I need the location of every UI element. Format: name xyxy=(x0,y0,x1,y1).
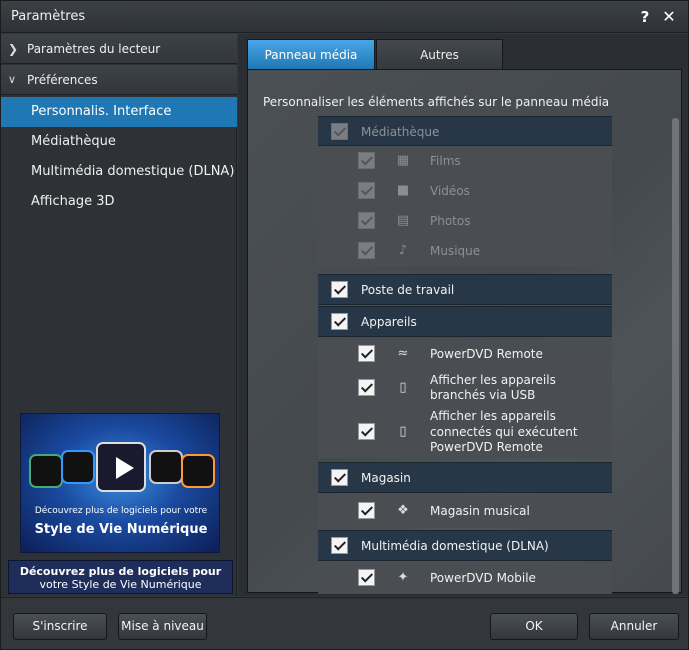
help-icon[interactable]: ? xyxy=(634,6,656,28)
sidebar-item-affichage-3d[interactable]: Affichage 3D xyxy=(1,187,237,217)
title-bar: Paramètres ? ✕ xyxy=(1,1,688,33)
app-tile-icon xyxy=(181,454,215,488)
music-note-icon: ♪ xyxy=(398,243,408,258)
promo-link-line1: Découvrez plus de logiciels pour xyxy=(19,565,222,578)
list-item-label: Médiathèque xyxy=(361,125,440,139)
checkbox[interactable] xyxy=(331,123,348,140)
checkbox[interactable] xyxy=(358,423,375,440)
checkbox[interactable] xyxy=(358,502,375,519)
checkbox[interactable] xyxy=(358,242,375,259)
list-item-label: PowerDVD Mobile xyxy=(430,571,536,585)
list-item-powerdvd-mobile: ✦ PowerDVD Mobile xyxy=(318,562,612,594)
sidebar-item-mediatheque[interactable]: Médiathèque xyxy=(1,127,237,157)
checkbox[interactable] xyxy=(331,281,348,298)
checkbox[interactable] xyxy=(358,345,375,362)
scrollbar[interactable] xyxy=(672,118,679,594)
list-item-label: Vidéos xyxy=(430,184,470,198)
film-icon: ▦ xyxy=(396,153,410,168)
list-item-photos: ▤ Photos xyxy=(318,206,612,236)
list-item-label: Poste de travail xyxy=(361,283,455,297)
chevron-down-icon: ∨ xyxy=(8,73,17,86)
sidebar-item-dlna[interactable]: Multimédia domestique (DLNA) xyxy=(1,157,237,187)
list-item-poste-de-travail: Poste de travail xyxy=(318,274,612,305)
promo-banner[interactable]: Découvrez plus de logiciels pour votre S… xyxy=(20,413,220,553)
list-item-videos: ■ Vidéos xyxy=(318,176,612,206)
list-item-films: ▦ Films xyxy=(318,146,612,176)
window-title: Paramètres xyxy=(11,9,86,24)
list-item-magasin-musical: ❖ Magasin musical xyxy=(318,494,612,528)
sidebar-group-label: Paramètres du lecteur xyxy=(27,42,161,56)
play-app-icon xyxy=(96,442,146,492)
checkbox[interactable] xyxy=(358,152,375,169)
tab-autres[interactable]: Autres xyxy=(376,39,503,69)
upgrade-button[interactable]: Mise à niveau xyxy=(118,613,207,640)
app-tile-icon xyxy=(61,450,95,484)
checkbox[interactable] xyxy=(331,537,348,554)
list-item-magasin: Magasin xyxy=(318,462,612,493)
video-camera-icon: ■ xyxy=(396,183,410,198)
list-item-usb-devices: ▯ Afficher les appareils branchés via US… xyxy=(318,370,612,406)
wifi-remote-icon: ≈ xyxy=(397,346,409,361)
checkbox[interactable] xyxy=(358,212,375,229)
list-item-label: Films xyxy=(430,154,461,168)
chevron-right-icon: ❯ xyxy=(8,42,19,56)
list-item-musique: ♪ Musique xyxy=(318,236,612,266)
app-tile-icon xyxy=(29,454,63,488)
button-bar: S'inscrire Mise à niveau OK Annuler xyxy=(1,597,688,649)
list-item-mediatheque: Médiathèque xyxy=(318,116,612,146)
list-item-label: Afficher les appareils branchés via USB xyxy=(430,373,556,402)
list-item-label: Photos xyxy=(430,214,471,228)
media-panel-items-list: Médiathèque ▦ Films ■ Vidéos ▤ Photos ♪ … xyxy=(318,116,612,594)
close-icon[interactable]: ✕ xyxy=(658,6,680,28)
promo-banner-title: Style de Vie Numérique xyxy=(34,522,208,537)
phone-icon: ▯ xyxy=(399,424,407,439)
settings-panel: Panneau média Autres Personnaliser les é… xyxy=(238,34,688,596)
sidebar-group-preferences[interactable]: ∨ Préférences xyxy=(1,65,237,95)
sidebar-group-player-settings[interactable]: ❯ Paramètres du lecteur xyxy=(1,34,237,64)
promo-banner-subtitle: Découvrez plus de logiciels pour votre xyxy=(34,506,208,516)
list-item-label: Magasin musical xyxy=(430,504,530,518)
signup-button[interactable]: S'inscrire xyxy=(13,613,107,640)
sidebar-item-personnalis-interface[interactable]: Personnalis. Interface xyxy=(1,97,237,127)
music-store-icon: ❖ xyxy=(397,503,409,518)
scrollbar-thumb[interactable] xyxy=(672,118,679,594)
app-tile-icon xyxy=(149,450,183,484)
list-item-appareils: Appareils xyxy=(318,306,612,337)
settings-window: Paramètres ? ✕ ❯ Paramètres du lecteur ∨… xyxy=(0,0,689,650)
sidebar-group-label: Préférences xyxy=(27,73,98,87)
list-item-label: Magasin xyxy=(361,471,411,485)
checkbox[interactable] xyxy=(358,569,375,586)
list-item-label: PowerDVD Remote xyxy=(430,347,543,361)
promo-link-line2: votre Style de Vie Numérique xyxy=(39,578,202,591)
phone-icon: ▯ xyxy=(399,380,407,395)
promo-link[interactable]: Découvrez plus de logiciels pour votre S… xyxy=(8,560,233,594)
list-item-label: Multimédia domestique (DLNA) xyxy=(361,539,549,553)
tab-panneau-media[interactable]: Panneau média xyxy=(247,39,375,69)
checkbox[interactable] xyxy=(358,379,375,396)
list-item-label: Afficher les appareils connectés qui exé… xyxy=(430,409,578,454)
checkbox[interactable] xyxy=(331,313,348,330)
list-item-dlna: Multimédia domestique (DLNA) xyxy=(318,530,612,561)
photo-icon: ▤ xyxy=(396,213,410,228)
cancel-button[interactable]: Annuler xyxy=(589,613,679,640)
checkbox[interactable] xyxy=(358,182,375,199)
list-item-connected-devices: ▯ Afficher les appareils connectés qui e… xyxy=(318,406,612,458)
list-item-label: Appareils xyxy=(361,315,417,329)
checkbox[interactable] xyxy=(331,469,348,486)
ok-button[interactable]: OK xyxy=(490,613,578,640)
tab-content: Personnaliser les éléments affichés sur … xyxy=(247,69,682,594)
list-item-label: Musique xyxy=(430,244,481,258)
satellite-icon: ✦ xyxy=(397,570,409,585)
section-title: Personnaliser les éléments affichés sur … xyxy=(263,95,610,109)
list-item-powerdvd-remote: ≈ PowerDVD Remote xyxy=(318,338,612,370)
